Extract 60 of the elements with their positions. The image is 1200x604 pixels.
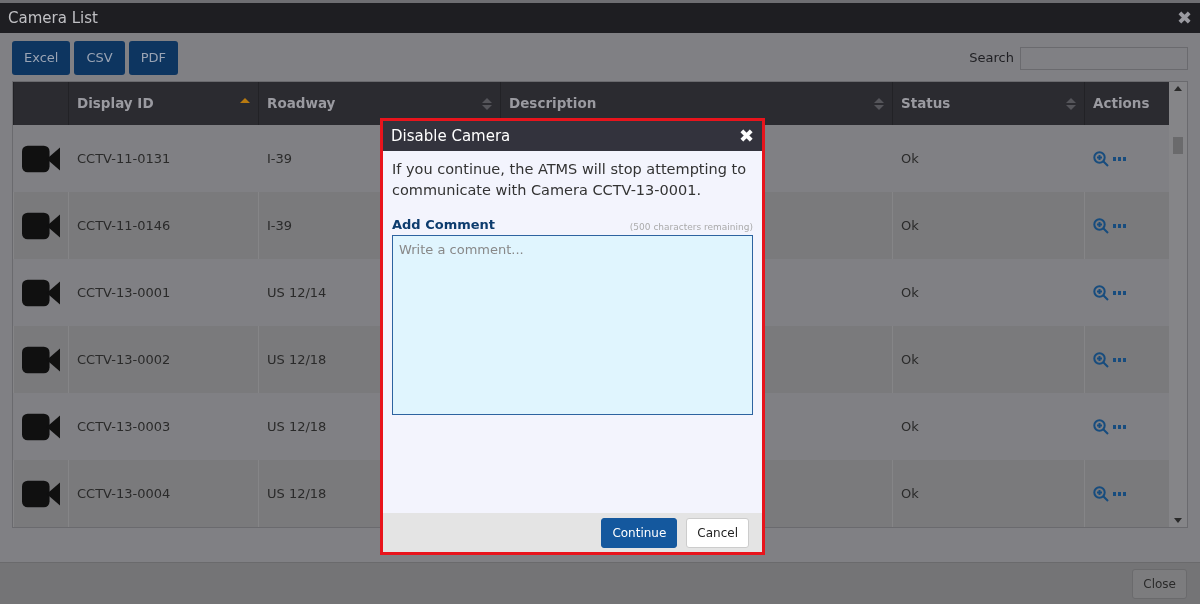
export-button[interactable]: Excel (12, 41, 71, 75)
export-button[interactable]: PDF (128, 41, 178, 75)
scrollbar[interactable] (1169, 82, 1187, 527)
more-icon[interactable] (1113, 357, 1126, 362)
comment-field[interactable]: Write a comment... (392, 234, 753, 415)
table-cell-text: US 12/18 (267, 417, 327, 436)
table-cell-text: Ok (901, 283, 919, 302)
export-button[interactable]: CSV (74, 41, 125, 75)
table-cell-text: CCTV-11-0131 (77, 149, 171, 168)
sort-icon[interactable] (482, 96, 492, 111)
table-cell-text: Ok (901, 484, 919, 503)
table-cell-text: Ok (901, 350, 919, 369)
table-cell-text: Ok (901, 149, 919, 168)
video-camera-icon (22, 345, 60, 374)
scroll-up-icon[interactable] (1174, 86, 1182, 91)
video-camera-icon (22, 144, 60, 173)
dialog-title: Disable Camera (391, 125, 511, 147)
table-cell-text: CCTV-13-0001 (77, 283, 171, 302)
table-cell-text: US 12/14 (267, 283, 327, 302)
more-icon[interactable] (1113, 223, 1126, 228)
scrollbar-thumb[interactable] (1173, 137, 1183, 154)
column-header[interactable]: Status (892, 82, 1084, 125)
video-camera-icon (22, 412, 60, 441)
close-button[interactable]: Close (1132, 568, 1187, 599)
sort-icon[interactable] (1066, 96, 1076, 111)
dialog-message: If you continue, the ATMS will stop attempting to communicate with Camera CCTV-13-0001. (392, 160, 748, 200)
zoom-in-icon[interactable] (1093, 418, 1109, 435)
more-icon[interactable] (1113, 290, 1126, 295)
table-cell-text: CCTV-13-0004 (77, 484, 171, 503)
sort-icon[interactable] (874, 96, 884, 111)
continue-button[interactable]: Continue (601, 517, 678, 548)
table-cell-text: I-39 (267, 216, 293, 235)
window-title: Camera List (8, 7, 98, 29)
table-cell-text: CCTV-11-0146 (77, 216, 171, 235)
table-cell-text: US 12/18 (267, 484, 327, 503)
table-cell-text: CCTV-13-0002 (77, 350, 171, 369)
cancel-button[interactable]: Cancel (686, 517, 749, 548)
more-icon[interactable] (1113, 156, 1126, 161)
scroll-down-icon[interactable] (1174, 518, 1182, 523)
video-camera-icon (22, 278, 60, 307)
characters-remaining: (500 characters remaining) (629, 221, 753, 235)
video-camera-icon (22, 211, 60, 240)
zoom-in-icon[interactable] (1093, 217, 1109, 234)
close-button[interactable]: ✖ (738, 127, 754, 145)
comment-label: Add Comment (392, 216, 496, 235)
more-icon[interactable] (1113, 424, 1126, 429)
table-cell-text: US 12/18 (267, 350, 327, 369)
zoom-in-icon[interactable] (1093, 485, 1109, 502)
table-cell-text: CCTV-13-0003 (77, 417, 171, 436)
close-button[interactable]: ✖ (1176, 9, 1192, 27)
table-cell-text: Ok (901, 216, 919, 235)
column-header[interactable]: Display ID (68, 82, 258, 125)
table-cell-text: I-39 (267, 149, 293, 168)
search-label: Search (969, 49, 1014, 68)
zoom-in-icon[interactable] (1093, 150, 1109, 167)
table-cell-text: Ok (901, 417, 919, 436)
video-camera-icon (22, 479, 60, 508)
zoom-in-icon[interactable] (1093, 284, 1109, 301)
more-icon[interactable] (1113, 491, 1126, 496)
zoom-in-icon[interactable] (1093, 351, 1109, 368)
